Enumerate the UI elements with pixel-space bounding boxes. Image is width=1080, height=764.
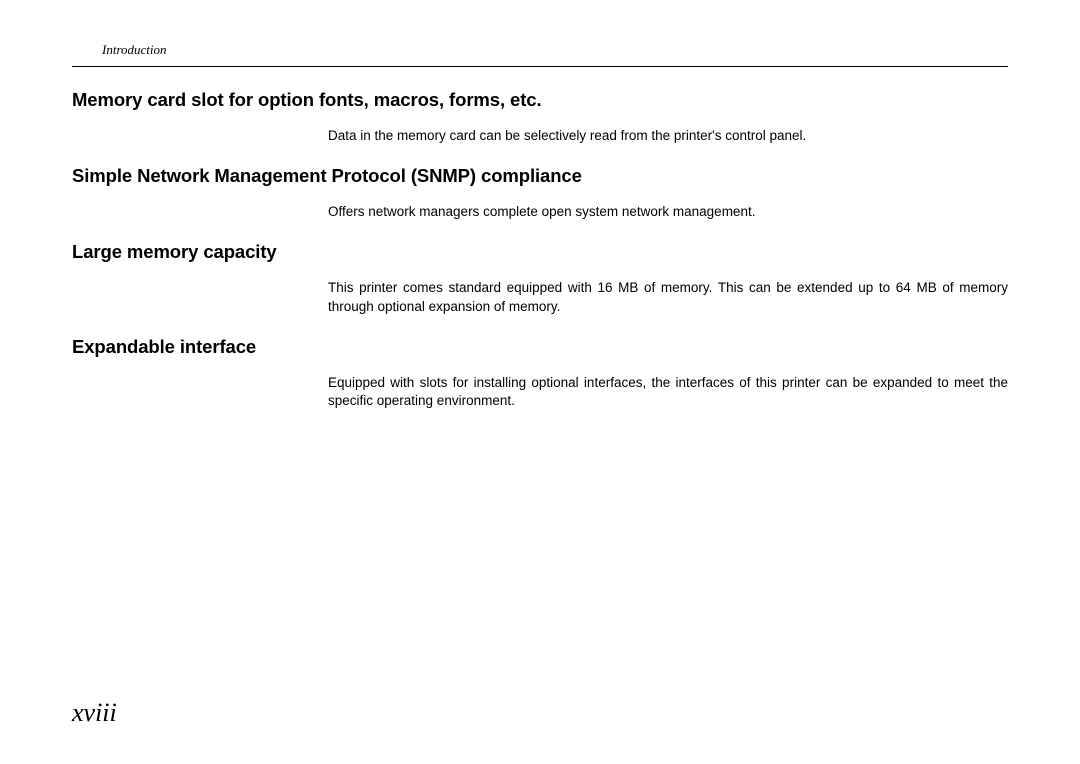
header-label: Introduction <box>102 42 1008 58</box>
section-body: Offers network managers complete open sy… <box>328 203 1008 221</box>
section-body: Equipped with slots for installing optio… <box>328 374 1008 410</box>
section-expandable-interface: Expandable interface Equipped with slots… <box>72 336 1008 410</box>
section-memory-card: Memory card slot for option fonts, macro… <box>72 89 1008 145</box>
section-heading: Expandable interface <box>72 336 1008 358</box>
section-snmp: Simple Network Management Protocol (SNMP… <box>72 165 1008 221</box>
header-rule <box>72 66 1008 67</box>
section-memory-capacity: Large memory capacity This printer comes… <box>72 241 1008 315</box>
section-heading: Memory card slot for option fonts, macro… <box>72 89 1008 111</box>
section-body: This printer comes standard equipped wit… <box>328 279 1008 315</box>
section-heading: Large memory capacity <box>72 241 1008 263</box>
section-heading: Simple Network Management Protocol (SNMP… <box>72 165 1008 187</box>
section-body: Data in the memory card can be selective… <box>328 127 1008 145</box>
page-number: xviii <box>72 698 117 728</box>
